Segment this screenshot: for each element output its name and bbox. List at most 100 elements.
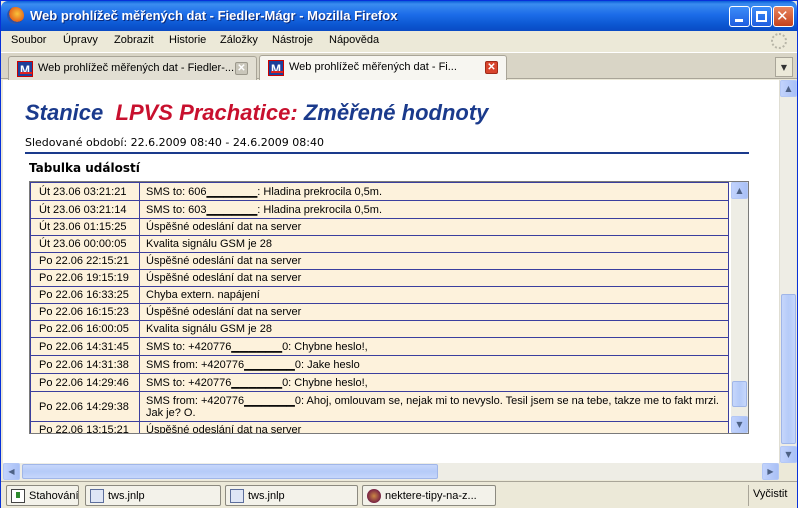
event-datetime: Po 22.06 14:29:46 xyxy=(30,373,140,392)
site-favicon-icon: M xyxy=(268,60,284,76)
heading-station-name: LPVS Prachatice: xyxy=(115,100,298,125)
event-datetime: Po 22.06 16:00:05 xyxy=(30,320,140,338)
event-message: Kvalita signálu GSM je 28 xyxy=(139,235,729,253)
event-message: SMS to: +420776▁▁▁▁▁▁0: Chybne heslo!, xyxy=(139,337,729,356)
title-bar[interactable]: Web prohlížeč měřených dat - Fiedler-Mág… xyxy=(1,1,797,31)
downloads-label: Stahování xyxy=(29,490,79,502)
download-icon xyxy=(11,489,25,503)
maximize-icon xyxy=(756,11,767,22)
minimize-button[interactable] xyxy=(729,6,750,27)
tab-label: Web prohlížeč měřených dat - Fiedler-... xyxy=(38,62,235,74)
table-row: Út 23.06 00:00:05 Kvalita signálu GSM je … xyxy=(30,235,729,253)
scroll-thumb[interactable] xyxy=(781,294,796,444)
scrollbar-corner xyxy=(779,463,796,480)
close-icon: ✕ xyxy=(776,7,789,25)
page-scrollbar-horizontal[interactable]: ◀ ▶ xyxy=(3,463,779,480)
table-row: Út 23.06 03:21:21 SMS to: 606▁▁▁▁▁▁: Hlad… xyxy=(30,182,729,201)
tab-close-icon[interactable]: ✕ xyxy=(235,62,248,75)
table-row: Po 22.06 19:15:19 Úspěšné odeslání dat na… xyxy=(30,269,729,287)
menu-zalozky[interactable]: Záložky xyxy=(220,34,258,46)
throbber-icon xyxy=(771,33,787,49)
menu-upravy[interactable]: Úpravy xyxy=(63,34,98,46)
event-datetime: Út 23.06 03:21:21 xyxy=(30,182,140,201)
event-message: SMS to: 603▁▁▁▁▁▁: Hladina prekrocila 0,… xyxy=(139,200,729,219)
table-row: Po 22.06 14:29:46 SMS to: +420776▁▁▁▁▁▁0:… xyxy=(30,373,729,392)
period-text: Sledované období: 22.6.2009 08:40 - 24.6… xyxy=(25,136,324,149)
menu-nastroje[interactable]: Nástroje xyxy=(272,34,313,46)
close-window-button[interactable]: ✕ xyxy=(773,6,794,27)
file-icon xyxy=(90,489,104,503)
scroll-thumb[interactable] xyxy=(732,381,747,407)
event-message: Úspěšné odeslání dat na server xyxy=(139,218,729,236)
window-title: Web prohlížeč měřených dat - Fiedler-Mág… xyxy=(30,8,398,23)
event-datetime: Po 22.06 13:15:21 xyxy=(30,421,140,433)
event-message: Úspěšné odeslání dat na server xyxy=(139,252,729,270)
tab-1[interactable]: M Web prohlížeč měřených dat - Fiedler-.… xyxy=(8,56,257,80)
table-row: Po 22.06 16:00:05 Kvalita signálu GSM je … xyxy=(30,320,729,338)
file-icon xyxy=(230,489,244,503)
downloads-button[interactable]: Stahování xyxy=(6,485,79,506)
table-row: Po 22.06 14:31:45 SMS to: +420776▁▁▁▁▁▁0:… xyxy=(30,337,729,356)
scroll-right-icon[interactable]: ▶ xyxy=(762,463,779,480)
events-panel: Út 23.06 03:21:21 SMS to: 606▁▁▁▁▁▁: Hlad… xyxy=(29,181,749,434)
minimize-icon xyxy=(735,19,743,22)
event-datetime: Po 22.06 22:15:21 xyxy=(30,252,140,270)
tab-list-button[interactable]: ▼ xyxy=(775,57,793,77)
page-viewport: Stanice LPVS Prachatice: Změřené hodnoty… xyxy=(3,80,779,463)
menu-bar: Soubor Úpravy Zobrazit Historie Záložky … xyxy=(1,31,797,52)
tab-close-icon[interactable]: ✕ xyxy=(485,61,498,74)
menu-soubor[interactable]: Soubor xyxy=(11,34,46,46)
clear-button[interactable]: Vyčistit xyxy=(753,488,787,500)
event-message: Úspěšné odeslání dat na server xyxy=(139,303,729,321)
events-table: Út 23.06 03:21:21 SMS to: 606▁▁▁▁▁▁: Hlad… xyxy=(30,182,729,433)
table-row: Po 22.06 14:29:38 SMS from: +420776▁▁▁▁▁▁… xyxy=(30,391,729,422)
download-item-label: nektere-tipy-na-z... xyxy=(385,490,477,502)
download-item-label: tws.jnlp xyxy=(248,490,285,502)
event-message: SMS to: 606▁▁▁▁▁▁: Hladina prekrocila 0,… xyxy=(139,182,729,201)
page-scrollbar-vertical[interactable]: ▲ ▼ xyxy=(779,80,797,463)
table-title: Tabulka událostí xyxy=(29,161,140,175)
event-datetime: Po 22.06 14:29:38 xyxy=(30,391,140,422)
event-message: Kvalita signálu GSM je 28 xyxy=(139,320,729,338)
table-row: Po 22.06 22:15:21 Úspěšné odeslání dat na… xyxy=(30,252,729,270)
table-row: Po 22.06 13:15:21 Úspěšné odeslání dat na… xyxy=(30,421,729,433)
events-list: Út 23.06 03:21:21 SMS to: 606▁▁▁▁▁▁: Hlad… xyxy=(30,182,731,433)
scroll-down-icon[interactable]: ▼ xyxy=(780,446,797,463)
event-message: Chyba extern. napájení xyxy=(139,286,729,304)
download-bar: Stahování tws.jnlp tws.jnlp nektere-tipy… xyxy=(1,481,797,508)
divider xyxy=(748,485,749,506)
scroll-thumb[interactable] xyxy=(22,464,438,479)
browser-window: Web prohlížeč měřených dat - Fiedler-Mág… xyxy=(0,0,798,508)
events-scrollbar[interactable]: ▲ ▼ xyxy=(731,182,748,433)
event-datetime: Po 22.06 19:15:19 xyxy=(30,269,140,287)
download-item-label: tws.jnlp xyxy=(108,490,145,502)
menu-historie[interactable]: Historie xyxy=(169,34,206,46)
table-row: Út 23.06 01:15:25 Úspěšné odeslání dat na… xyxy=(30,218,729,236)
scroll-left-icon[interactable]: ◀ xyxy=(3,463,20,480)
download-item[interactable]: tws.jnlp xyxy=(85,485,221,506)
event-datetime: Út 23.06 00:00:05 xyxy=(30,235,140,253)
maximize-button[interactable] xyxy=(751,6,772,27)
divider xyxy=(25,152,749,154)
event-datetime: Út 23.06 01:15:25 xyxy=(30,218,140,236)
scroll-up-icon[interactable]: ▲ xyxy=(780,80,797,97)
event-message: SMS to: +420776▁▁▁▁▁▁0: Chybne heslo!, xyxy=(139,373,729,392)
scroll-down-icon[interactable]: ▼ xyxy=(731,416,748,433)
table-row: Po 22.06 16:15:23 Úspěšné odeslání dat na… xyxy=(30,303,729,321)
tab-2[interactable]: M Web prohlížeč měřených dat - Fi... ✕ xyxy=(259,55,507,81)
event-datetime: Po 22.06 16:33:25 xyxy=(30,286,140,304)
event-message: SMS from: +420776▁▁▁▁▁▁0: Jake heslo xyxy=(139,355,729,374)
table-row: Út 23.06 03:21:14 SMS to: 603▁▁▁▁▁▁: Hlad… xyxy=(30,200,729,219)
event-datetime: Po 22.06 16:15:23 xyxy=(30,303,140,321)
event-message: SMS from: +420776▁▁▁▁▁▁0: Ahoj, omlouvam… xyxy=(139,391,729,422)
firefox-icon xyxy=(7,7,24,24)
scroll-up-icon[interactable]: ▲ xyxy=(731,182,748,199)
menu-zobrazit[interactable]: Zobrazit xyxy=(114,34,154,46)
event-message: Úspěšné odeslání dat na server xyxy=(139,269,729,287)
download-item[interactable]: tws.jnlp xyxy=(225,485,358,506)
heading-suffix: Změřené hodnoty xyxy=(303,100,489,125)
menu-napoveda[interactable]: Nápověda xyxy=(329,34,379,46)
table-row: Po 22.06 14:31:38 SMS from: +420776▁▁▁▁▁▁… xyxy=(30,355,729,374)
download-item[interactable]: nektere-tipy-na-z... xyxy=(362,485,496,506)
event-message: Úspěšné odeslání dat na server xyxy=(139,421,729,433)
